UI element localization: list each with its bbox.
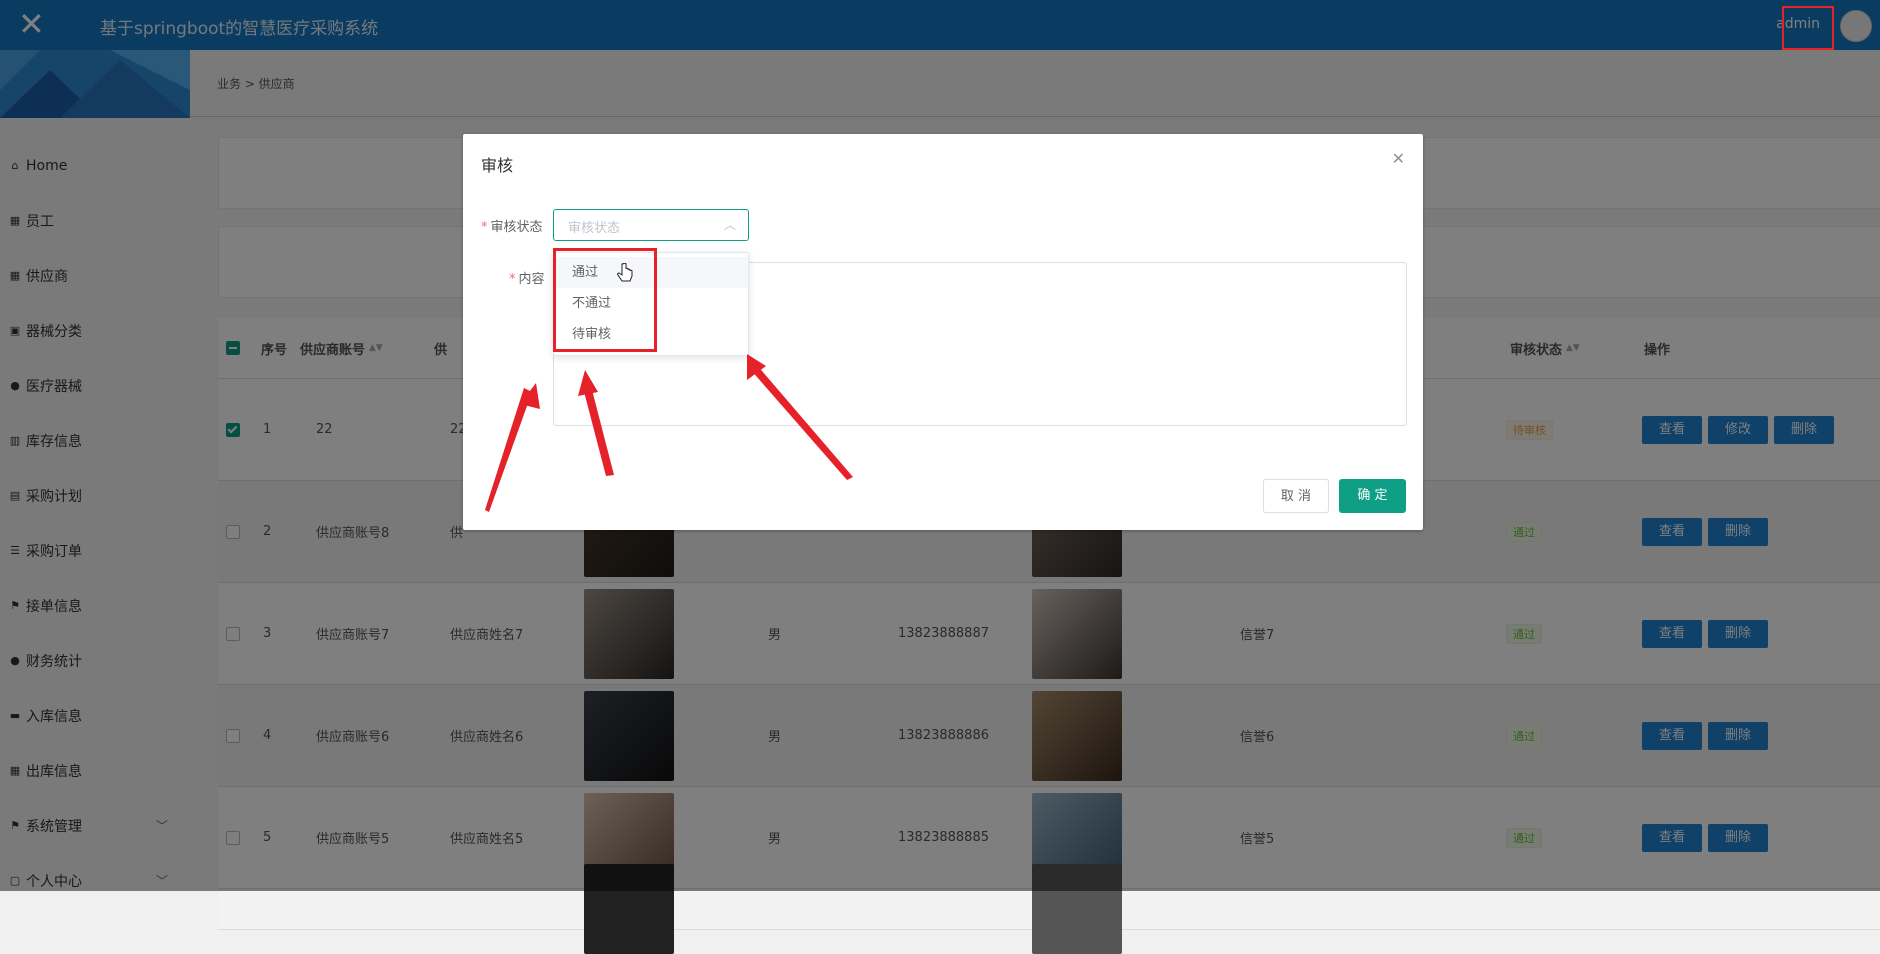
status-label-text: 审核状态 bbox=[490, 220, 543, 235]
cancel-button[interactable]: 取 消 bbox=[1263, 479, 1329, 513]
annotation-box bbox=[553, 248, 657, 352]
content-label: * 内容 bbox=[509, 268, 545, 287]
close-icon[interactable]: ✕ bbox=[1392, 149, 1405, 168]
annotation-box bbox=[1782, 6, 1834, 50]
status-select[interactable]: 审核状态 ︿ bbox=[553, 209, 749, 241]
table-row bbox=[218, 864, 1880, 954]
required-mark: * bbox=[481, 220, 488, 235]
content-label-text: 内容 bbox=[518, 272, 545, 287]
chevron-up-icon: ︿ bbox=[723, 218, 736, 232]
hand-cursor-icon bbox=[617, 263, 633, 282]
confirm-button[interactable]: 确 定 bbox=[1339, 479, 1406, 513]
status-placeholder: 审核状态 bbox=[568, 221, 621, 236]
status-label: * 审核状态 bbox=[481, 216, 543, 235]
dialog-title: 审核 bbox=[481, 156, 514, 175]
required-mark: * bbox=[509, 272, 516, 287]
